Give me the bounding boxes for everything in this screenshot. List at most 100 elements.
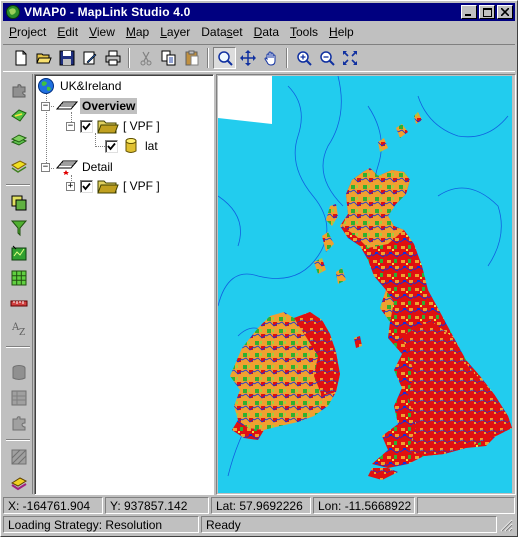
map-layer-icon xyxy=(56,101,78,110)
map-edge xyxy=(512,76,514,493)
tree-detail-vpf-node[interactable]: + [ VPF ] xyxy=(66,177,162,195)
layer-tool-4[interactable] xyxy=(8,155,30,177)
layer-copy-icon xyxy=(11,195,27,211)
menu-project[interactable]: Project xyxy=(3,24,51,41)
toggle-glyph: − xyxy=(42,161,49,172)
ruler-icon xyxy=(10,300,28,307)
zoom-in-button[interactable] xyxy=(292,47,315,69)
filter-tool[interactable] xyxy=(8,217,30,239)
save-disk-icon xyxy=(59,50,74,66)
menu-map[interactable]: Map xyxy=(120,24,154,41)
print-button[interactable] xyxy=(101,47,124,69)
menu-edit[interactable]: Edit xyxy=(51,24,83,41)
toolbar-separator xyxy=(128,48,130,68)
detail-vpf-checkbox[interactable] xyxy=(80,179,93,193)
puzzle-disabled-icon xyxy=(12,416,26,431)
database-cylinder-icon xyxy=(125,138,137,153)
loading-status-row: Loading Strategy: Resolution Ready xyxy=(3,516,515,534)
zoom-out-icon xyxy=(319,51,335,66)
menu-view[interactable]: View xyxy=(83,24,120,41)
tree-detail-node[interactable]: − Detail xyxy=(41,158,115,176)
collapse-toggle[interactable]: − xyxy=(41,161,50,172)
layer-tool-3[interactable] xyxy=(8,130,30,152)
text-tool[interactable]: AZ xyxy=(8,317,30,339)
tree-overview-vpf-node[interactable]: − [ VPF ] xyxy=(66,117,162,135)
stacked-layers-icon xyxy=(10,134,28,146)
zoom-out-button[interactable] xyxy=(315,47,338,69)
pan-tool-button[interactable] xyxy=(236,47,259,69)
map-view[interactable] xyxy=(216,74,516,495)
edit-icon xyxy=(83,51,96,65)
layer-tool-2[interactable] xyxy=(8,105,30,127)
tree-line xyxy=(95,133,96,147)
toolbar-separator xyxy=(286,48,288,68)
check-icon xyxy=(107,142,116,150)
save-button[interactable] xyxy=(55,47,78,69)
menu-data[interactable]: Data xyxy=(248,24,284,41)
overview-vpf-checkbox[interactable] xyxy=(80,119,93,133)
close-icon xyxy=(501,8,509,16)
resize-grip-icon[interactable] xyxy=(499,518,513,532)
expand-toggle[interactable]: + xyxy=(66,180,75,191)
maximize-button[interactable] xyxy=(479,5,495,19)
status-loading-strategy: Loading Strategy: Resolution xyxy=(3,516,199,533)
menu-bar: Project Edit View Map Layer Dataset Data… xyxy=(3,23,515,42)
zoom-tool-button[interactable] xyxy=(213,47,236,69)
hatch-disabled-icon xyxy=(11,449,27,465)
magnifier-icon xyxy=(217,51,233,66)
database-disabled-icon xyxy=(12,365,26,380)
tree-lat-node[interactable]: lat xyxy=(105,137,160,155)
layer-tool-1[interactable] xyxy=(8,80,30,102)
tree-line xyxy=(95,146,105,147)
grab-tool-button[interactable] xyxy=(259,47,282,69)
lat-checkbox[interactable] xyxy=(105,139,118,153)
maximize-icon xyxy=(482,7,492,17)
printer-icon xyxy=(105,50,120,66)
tree-detail-label: Detail xyxy=(82,160,113,174)
table-tool[interactable] xyxy=(8,387,30,409)
ruler-tool[interactable] xyxy=(8,292,30,314)
tree-overview-node[interactable]: − Overview xyxy=(41,97,138,115)
open-button[interactable] xyxy=(32,47,55,69)
minimize-icon xyxy=(465,14,471,16)
new-document-icon xyxy=(15,50,26,66)
pan-arrows-icon xyxy=(239,50,256,66)
paste-button[interactable] xyxy=(180,47,203,69)
layer-tools-bar: AZ xyxy=(3,74,33,494)
menu-layer[interactable]: Layer xyxy=(154,24,195,41)
coordinate-status-row: X: -164761.904 Y: 937857.142 Lat: 57.969… xyxy=(3,497,515,515)
close-button[interactable] xyxy=(497,5,513,19)
green-tag-icon xyxy=(11,109,27,122)
menu-help[interactable]: Help xyxy=(323,24,359,41)
cut-button[interactable] xyxy=(134,47,157,69)
copy-button[interactable] xyxy=(157,47,180,69)
table-disabled-icon xyxy=(11,390,27,406)
layer-book-tool[interactable] xyxy=(8,471,30,493)
grid-icon xyxy=(11,270,27,286)
puzzle-disabled-icon xyxy=(12,84,26,98)
map-chart-tool[interactable] xyxy=(8,242,30,264)
database-tool[interactable] xyxy=(8,362,30,384)
detail-vpf-label: [ VPF ] xyxy=(123,179,160,193)
collapse-toggle[interactable]: − xyxy=(66,120,75,131)
toggle-glyph: − xyxy=(67,120,74,131)
collapse-toggle[interactable]: − xyxy=(41,101,50,111)
minimize-button[interactable] xyxy=(461,5,477,19)
status-lon: Lon: -11.5668922 xyxy=(313,497,415,514)
tool-separator xyxy=(6,184,30,186)
new-button[interactable] xyxy=(9,47,32,69)
menu-dataset[interactable]: Dataset xyxy=(195,24,247,41)
hatch-tool[interactable] xyxy=(8,446,30,468)
map-canvas[interactable] xyxy=(218,76,514,493)
status-x: X: -164761.904 xyxy=(3,497,103,514)
layer-tool-copy[interactable] xyxy=(8,192,30,214)
undo-button[interactable] xyxy=(78,47,101,69)
puzzle-tool[interactable] xyxy=(8,412,30,434)
toggle-glyph: + xyxy=(67,180,74,191)
tree-overview-label: Overview xyxy=(80,98,138,114)
tree-root-node[interactable]: UK&Ireland xyxy=(37,77,123,95)
map-layer-icon xyxy=(56,160,78,175)
zoom-extents-button[interactable] xyxy=(338,47,361,69)
grid-tool[interactable] xyxy=(8,267,30,289)
menu-tools[interactable]: Tools xyxy=(284,24,323,41)
